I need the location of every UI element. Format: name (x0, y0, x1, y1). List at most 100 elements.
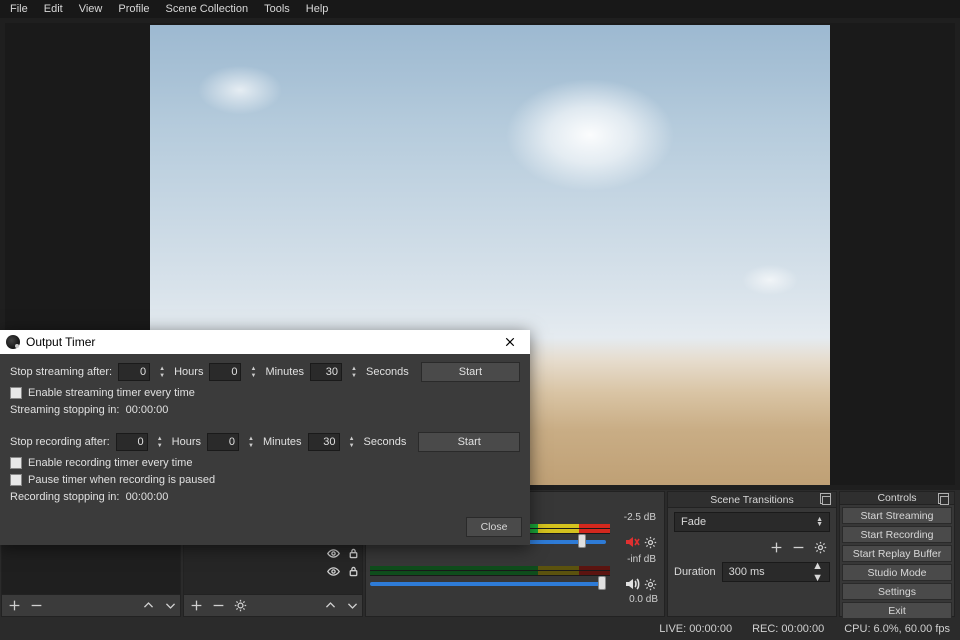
start-recording-button[interactable]: Start Recording (842, 526, 952, 543)
dialog-titlebar[interactable]: Output Timer (0, 330, 530, 354)
sources-add-button[interactable] (186, 597, 206, 615)
transition-selected: Fade (681, 516, 706, 528)
stop-streaming-row: Stop streaming after: 0 ▲▼ Hours 0 ▲▼ Mi… (10, 362, 520, 382)
visibility-icon[interactable] (326, 546, 340, 560)
controls-panel: Controls Start Streaming Start Recording… (839, 491, 955, 617)
dialog-title: Output Timer (26, 335, 95, 349)
chevron-updown-icon: ▲▼ (816, 517, 823, 527)
recording-seconds-input[interactable]: 30 (308, 433, 340, 451)
menu-view[interactable]: View (71, 1, 111, 17)
spinner-icon[interactable]: ▲▼ (348, 363, 360, 381)
status-live: LIVE: 00:00:00 (659, 623, 732, 635)
menu-help[interactable]: Help (298, 1, 337, 17)
recording-start-button[interactable]: Start (418, 432, 520, 452)
stop-recording-row: Stop recording after: 0 ▲▼ Hours 0 ▲▼ Mi… (10, 432, 520, 452)
visibility-icon[interactable] (326, 564, 340, 578)
mixer-bottom-db: 0.0 dB (366, 592, 664, 606)
start-streaming-button[interactable]: Start Streaming (842, 507, 952, 524)
transition-remove-button[interactable] (788, 538, 808, 556)
stop-streaming-label: Stop streaming after: (10, 366, 112, 378)
settings-button[interactable]: Settings (842, 583, 952, 600)
mixer-ch2-slider[interactable] (370, 582, 606, 586)
popout-icon[interactable] (822, 493, 833, 504)
speaker-muted-icon[interactable] (624, 534, 640, 550)
spinner-icon[interactable]: ▲▼ (247, 363, 259, 381)
chevron-updown-icon: ▲▼ (812, 560, 823, 584)
sources-up-button[interactable] (320, 597, 340, 615)
hours-label: Hours (172, 436, 201, 448)
studio-mode-button[interactable]: Studio Mode (842, 564, 952, 581)
sources-down-button[interactable] (342, 597, 362, 615)
mixer-ch2-meter (370, 566, 610, 576)
scenes-up-button[interactable] (138, 597, 158, 615)
spinner-icon[interactable]: ▲▼ (156, 363, 168, 381)
mixer-channel-2: -inf dB (366, 550, 664, 592)
sources-remove-button[interactable] (208, 597, 228, 615)
mixer-ch2-db: -inf dB (370, 552, 660, 566)
hours-label: Hours (174, 366, 203, 378)
sources-properties-button[interactable] (230, 597, 250, 615)
start-replay-buffer-button[interactable]: Start Replay Buffer (842, 545, 952, 562)
lock-icon[interactable] (346, 546, 360, 560)
streaming-hours-input[interactable]: 0 (118, 363, 150, 381)
menu-profile[interactable]: Profile (110, 1, 157, 17)
controls-title: Controls (877, 492, 916, 504)
minutes-label: Minutes (263, 436, 302, 448)
enable-streaming-timer-label: Enable streaming timer every time (28, 387, 195, 399)
duration-value[interactable]: 300 ms ▲▼ (722, 562, 830, 582)
transitions-title: Scene Transitions (710, 494, 793, 506)
menu-scene-collection[interactable]: Scene Collection (158, 1, 257, 17)
enable-streaming-timer-checkbox[interactable] (10, 387, 22, 399)
status-bar: LIVE: 00:00:00 REC: 00:00:00 CPU: 6.0%, … (0, 618, 960, 640)
enable-recording-timer-label: Enable recording timer every time (28, 457, 192, 469)
transitions-header: Scene Transitions (668, 492, 836, 508)
gear-icon[interactable] (644, 577, 658, 591)
seconds-label: Seconds (364, 436, 407, 448)
recording-hours-input[interactable]: 0 (116, 433, 148, 451)
duration-text: 300 ms (729, 566, 765, 578)
dialog-close-button[interactable] (490, 330, 530, 354)
stop-recording-label: Stop recording after: (10, 436, 110, 448)
seconds-label: Seconds (366, 366, 409, 378)
transition-add-button[interactable] (766, 538, 786, 556)
gear-icon[interactable] (644, 535, 658, 549)
menu-edit[interactable]: Edit (36, 1, 71, 17)
recording-minutes-input[interactable]: 0 (207, 433, 239, 451)
duration-label: Duration (674, 566, 716, 578)
menu-bar: File Edit View Profile Scene Collection … (0, 0, 960, 18)
status-rec: REC: 00:00:00 (752, 623, 824, 635)
transition-settings-button[interactable] (810, 538, 830, 556)
dialog-close-footer-button[interactable]: Close (466, 517, 522, 537)
lock-icon[interactable] (346, 564, 360, 578)
output-timer-dialog: Output Timer Stop streaming after: 0 ▲▼ … (0, 330, 530, 545)
spinner-icon[interactable]: ▲▼ (245, 433, 257, 451)
minutes-label: Minutes (265, 366, 304, 378)
streaming-status: Streaming stopping in: 00:00:00 (10, 404, 520, 416)
streaming-seconds-input[interactable]: 30 (310, 363, 342, 381)
scenes-toolbar (2, 594, 180, 616)
sources-toolbar (184, 594, 362, 616)
recording-status: Recording stopping in: 00:00:00 (10, 491, 520, 503)
scenes-add-button[interactable] (4, 597, 24, 615)
source-row[interactable] (184, 544, 362, 562)
exit-button[interactable]: Exit (842, 602, 952, 619)
scenes-down-button[interactable] (160, 597, 180, 615)
streaming-start-button[interactable]: Start (421, 362, 520, 382)
streaming-minutes-input[interactable]: 0 (209, 363, 241, 381)
app-icon (6, 335, 20, 349)
transition-select[interactable]: Fade ▲▼ (674, 512, 830, 532)
source-row[interactable] (184, 562, 362, 580)
popout-icon[interactable] (940, 493, 951, 504)
menu-tools[interactable]: Tools (256, 1, 298, 17)
speaker-icon[interactable] (624, 576, 640, 592)
scenes-remove-button[interactable] (26, 597, 46, 615)
pause-timer-checkbox[interactable] (10, 474, 22, 486)
pause-timer-label: Pause timer when recording is paused (28, 474, 215, 486)
spinner-icon[interactable]: ▲▼ (346, 433, 358, 451)
status-cpu: CPU: 6.0%, 60.00 fps (844, 623, 950, 635)
menu-file[interactable]: File (2, 1, 36, 17)
spinner-icon[interactable]: ▲▼ (154, 433, 166, 451)
transitions-panel: Scene Transitions Fade ▲▼ Duration 300 m… (667, 491, 837, 617)
controls-header: Controls (840, 492, 954, 505)
enable-recording-timer-checkbox[interactable] (10, 457, 22, 469)
